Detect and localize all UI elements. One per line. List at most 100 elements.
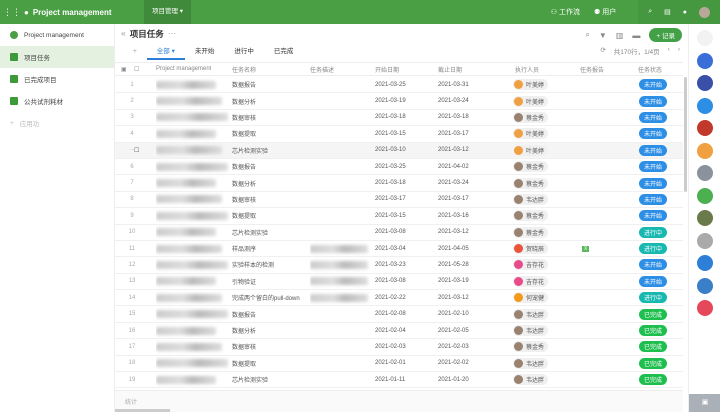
end-date[interactable]: 2021-02-02 <box>438 356 469 371</box>
status-badge[interactable]: 进行中 <box>639 290 668 305</box>
user-avatar[interactable] <box>696 210 713 226</box>
end-date[interactable]: 2021-04-05 <box>438 241 469 256</box>
org-chart-icon[interactable] <box>696 255 713 271</box>
task-name[interactable]: 数据分析 <box>232 175 256 190</box>
end-date[interactable]: 2021-03-12 <box>438 143 469 158</box>
start-date[interactable]: 2021-02-22 <box>375 290 406 305</box>
assignee[interactable]: 叶美婷 <box>513 126 549 141</box>
status-badge[interactable]: 已完成 <box>639 323 668 338</box>
task-name[interactable]: 数据报告 <box>232 77 256 92</box>
table-row[interactable]: 17 数据审核 2021-02-03 2021-02-03 蔡金秀 已完成 <box>115 339 683 356</box>
collapse-icon[interactable]: « <box>121 28 126 40</box>
panel-toggle-icon[interactable]: ▣ <box>689 394 720 412</box>
column-header[interactable]: 执行人员 <box>515 63 539 75</box>
group-icon[interactable] <box>696 232 713 249</box>
table-row[interactable]: 10 芯片检测实验 2021-03-08 2021-03-12 蔡金秀 进行中 <box>115 225 683 241</box>
status-badge[interactable]: 进行中 <box>639 241 668 256</box>
refresh-icon[interactable]: ⟳ <box>600 46 605 56</box>
save-icon[interactable]: ▣ <box>121 63 127 75</box>
assignee[interactable]: 蔡金秀 <box>513 159 549 174</box>
project-cell[interactable] <box>156 225 231 240</box>
calendar-icon[interactable] <box>696 300 713 316</box>
add-app-button[interactable]: + 应用功 <box>0 112 114 134</box>
project-cell[interactable] <box>156 339 231 354</box>
apps-grid-icon[interactable]: ⋮⋮ <box>0 7 24 18</box>
status-badge[interactable]: 未开始 <box>639 77 668 92</box>
app-shortcut-icon[interactable] <box>696 75 713 91</box>
search-icon[interactable]: ⌕ <box>648 8 652 16</box>
table-row[interactable]: 8 数据审核 2021-03-17 2021-03-17 韦达胖 未开始 <box>115 192 683 209</box>
user-avatar[interactable] <box>699 6 710 18</box>
app-shortcut-icon[interactable] <box>696 187 713 204</box>
table-row[interactable]: 2 数据分析 2021-03-19 2021-03-24 叶美婷 未开始 <box>115 93 683 110</box>
assignee[interactable]: 蔡金秀 <box>513 175 549 190</box>
tab-not-started[interactable]: 未开始 <box>185 46 225 60</box>
column-header[interactable]: 截止日期 <box>438 63 462 75</box>
sidebar-item-project[interactable]: Project management <box>0 24 114 46</box>
description-cell[interactable] <box>310 241 370 256</box>
end-date[interactable]: 2021-02-10 <box>438 306 469 321</box>
task-name[interactable]: 样品测序 <box>232 241 256 256</box>
workflow-link[interactable]: ⚇ 工作流 <box>551 7 580 17</box>
column-header[interactable]: 任务报告 <box>580 63 604 75</box>
app-shortcut-icon[interactable] <box>696 142 713 159</box>
select-all-checkbox[interactable]: ☐ <box>134 63 139 75</box>
assignee[interactable]: 蔡金秀 <box>513 225 549 240</box>
help-icon[interactable]: ● <box>683 9 687 16</box>
start-date[interactable]: 2021-03-04 <box>375 241 406 256</box>
status-badge[interactable]: 未开始 <box>639 93 668 108</box>
description-cell[interactable] <box>310 274 370 289</box>
assignee[interactable]: 蔡金秀 <box>513 110 549 125</box>
status-badge[interactable]: 未开始 <box>639 274 668 289</box>
start-date[interactable]: 2021-03-18 <box>375 175 406 190</box>
status-badge[interactable]: 未开始 <box>639 175 668 190</box>
table-row[interactable]: 14 完成两个留白的pull-down 2021-02-22 2021-03-1… <box>115 290 683 307</box>
project-cell[interactable] <box>156 290 231 305</box>
task-name[interactable]: 引物验证 <box>232 274 256 289</box>
task-name[interactable]: 数据提取 <box>232 126 256 141</box>
end-date[interactable]: 2021-03-12 <box>438 290 469 305</box>
start-date[interactable]: 2021-02-01 <box>375 356 406 371</box>
assignee[interactable]: 叶美婷 <box>513 143 549 158</box>
start-date[interactable]: 2021-03-15 <box>375 208 406 223</box>
start-date[interactable]: 2021-03-25 <box>375 159 406 174</box>
task-name[interactable]: 数据提取 <box>232 356 256 371</box>
app-shortcut-icon[interactable] <box>696 277 713 294</box>
assignee[interactable]: 韦达胖 <box>513 356 549 371</box>
add-view-button[interactable]: + <box>123 46 147 60</box>
table-row[interactable]: 9 数据提取 2021-03-15 2021-03-16 蔡金秀 未开始 <box>115 208 683 225</box>
tab-all[interactable]: 全部 ▾ <box>146 46 185 60</box>
chat-icon[interactable] <box>696 97 713 114</box>
end-date[interactable]: 2021-03-31 <box>438 77 469 92</box>
task-name[interactable]: 实验样本的检测 <box>232 257 274 272</box>
end-date[interactable]: 2021-03-16 <box>438 208 469 223</box>
project-cell[interactable] <box>156 257 231 272</box>
project-cell[interactable] <box>156 192 231 207</box>
end-date[interactable]: 2021-02-05 <box>438 323 469 338</box>
end-date[interactable]: 2021-03-12 <box>438 225 469 240</box>
status-badge[interactable]: 已完成 <box>639 339 668 354</box>
table-row[interactable]: 11 样品测序 2021-03-04 2021-04-05 贺晓辰 X 进行中 <box>115 241 683 258</box>
column-header[interactable]: 任务名称 <box>232 63 256 75</box>
table-row[interactable]: 1 数据报告 2021-03-25 2021-03-31 叶美婷 未开始 <box>115 77 683 94</box>
users-link[interactable]: ⚉ 用户 <box>594 7 616 17</box>
assignee[interactable]: 韦达胖 <box>513 372 549 387</box>
start-date[interactable]: 2021-03-25 <box>375 77 406 92</box>
start-date[interactable]: 2021-03-15 <box>375 126 406 141</box>
assignee[interactable]: 吉存花 <box>513 274 549 289</box>
column-header[interactable]: 开始日期 <box>375 63 399 75</box>
status-badge[interactable]: 未开始 <box>639 110 668 125</box>
assignee[interactable]: 叶美婷 <box>513 77 549 92</box>
project-cell[interactable] <box>156 175 231 190</box>
end-date[interactable]: 2021-02-03 <box>438 339 469 354</box>
start-date[interactable]: 2021-03-19 <box>375 93 406 108</box>
app-shortcut-icon[interactable] <box>696 52 713 69</box>
project-cell[interactable] <box>156 241 231 256</box>
end-date[interactable]: 2021-03-18 <box>438 110 469 125</box>
table-row[interactable]: 19 芯片检测实验 2021-01-11 2021-01-20 韦达胖 已完成 <box>115 372 683 389</box>
end-date[interactable]: 2021-03-17 <box>438 126 469 141</box>
table-row[interactable]: 7 数据分析 2021-03-18 2021-03-24 蔡金秀 未开始 <box>115 175 683 192</box>
start-date[interactable]: 2021-03-10 <box>375 143 406 158</box>
table-row[interactable]: 18 数据提取 2021-02-01 2021-02-02 韦达胖 已完成 <box>115 356 683 373</box>
status-badge[interactable]: 未开始 <box>639 192 668 207</box>
